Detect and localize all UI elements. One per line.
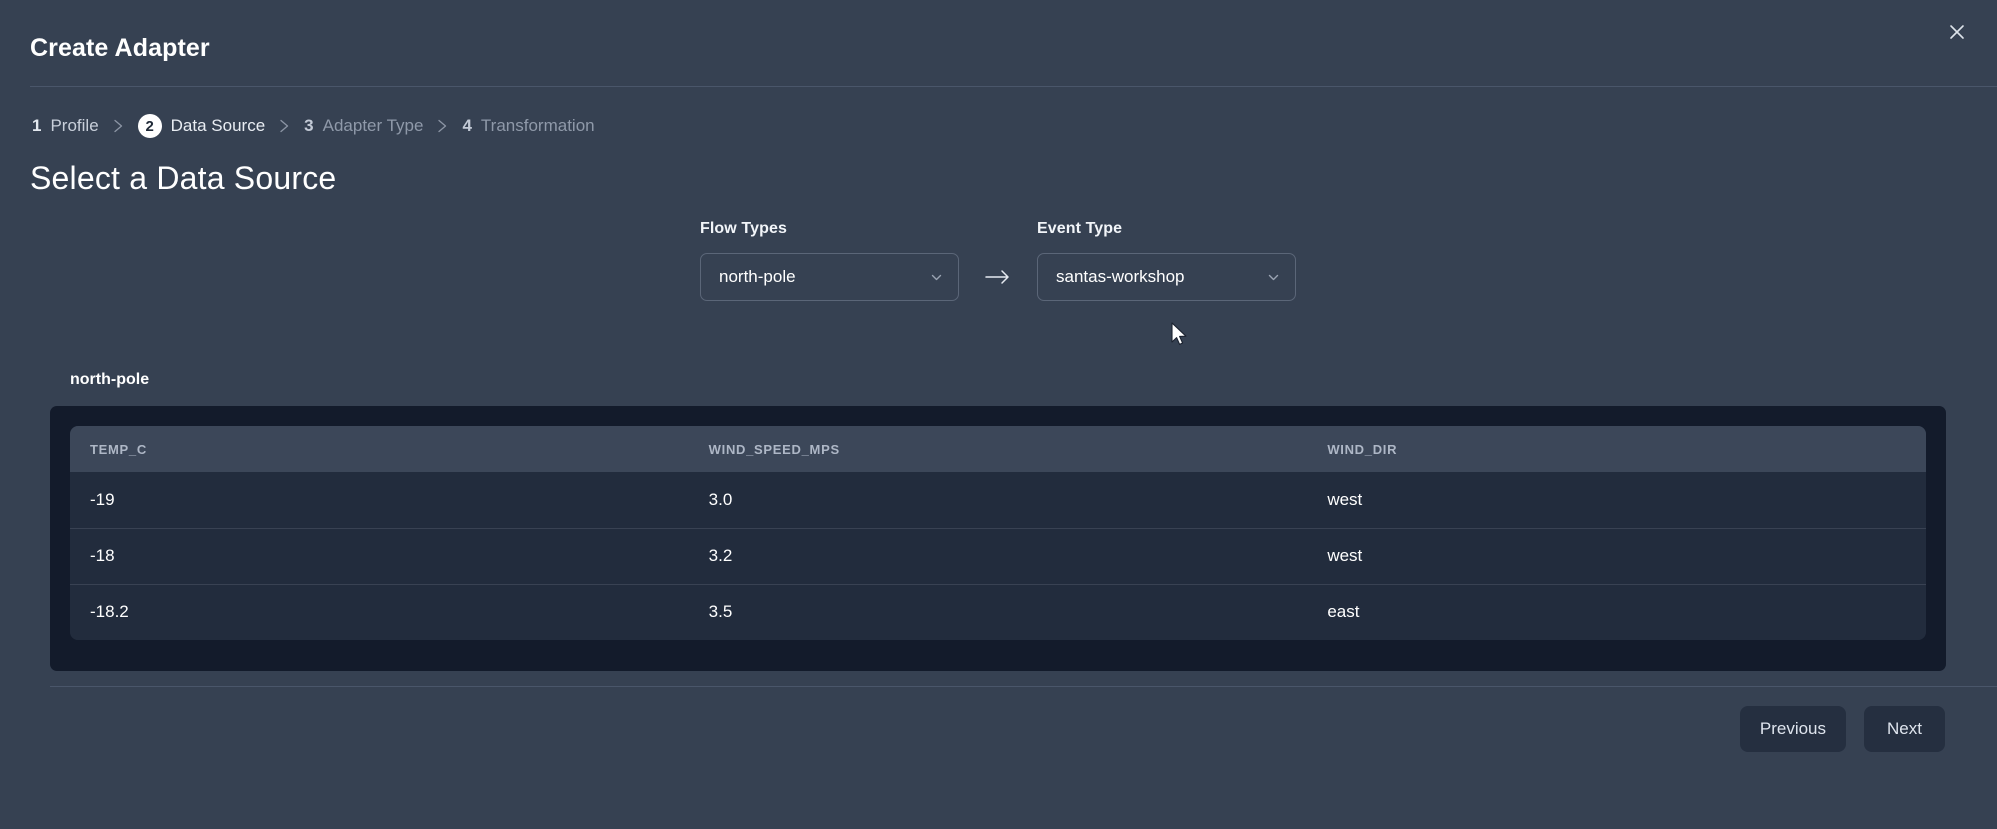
cell-wind-speed-mps: 3.5 bbox=[708, 602, 733, 622]
table-row[interactable]: -19 3.0 west bbox=[70, 472, 1926, 528]
previous-button[interactable]: Previous bbox=[1739, 706, 1846, 752]
step-profile-label: Profile bbox=[50, 116, 99, 135]
footer-divider bbox=[50, 686, 1997, 687]
breadcrumb-stepper: 1 Profile 2 Data Source 3 Adapter Type 4… bbox=[32, 114, 595, 138]
cell-temp-c: -19 bbox=[90, 489, 115, 509]
chevron-right-icon bbox=[437, 119, 448, 133]
page-title: Create Adapter bbox=[30, 34, 210, 62]
step-profile-number: 1 bbox=[32, 116, 42, 135]
flow-types-label: Flow Types bbox=[700, 220, 787, 237]
event-type-select[interactable]: santas-workshop bbox=[1037, 253, 1296, 301]
step-transformation[interactable]: 4 Transformation bbox=[462, 116, 594, 136]
step-adapter-type[interactable]: 3 Adapter Type bbox=[304, 116, 423, 136]
step-adapter-type-number: 3 bbox=[304, 116, 314, 135]
table-head: TEMP_C WIND_SPEED_MPS WIND_DIR bbox=[70, 426, 1926, 472]
cell-wind-dir: west bbox=[1327, 546, 1363, 565]
preview-table-container: TEMP_C WIND_SPEED_MPS WIND_DIR -19 3.0 w… bbox=[50, 406, 1946, 671]
close-icon bbox=[1948, 23, 1966, 41]
preview-table: TEMP_C WIND_SPEED_MPS WIND_DIR -19 3.0 w… bbox=[70, 426, 1926, 640]
modal-header: Create Adapter bbox=[0, 0, 1997, 87]
step-adapter-type-label: Adapter Type bbox=[322, 116, 424, 135]
section-heading: Select a Data Source bbox=[30, 160, 337, 196]
chevron-down-icon bbox=[929, 270, 944, 285]
chevron-right-icon bbox=[113, 119, 124, 133]
step-profile[interactable]: 1 Profile bbox=[32, 116, 99, 136]
preview-table-label: north-pole bbox=[70, 371, 150, 388]
cell-temp-c: -18.2 bbox=[90, 602, 129, 622]
step-data-source-label: Data Source bbox=[170, 116, 266, 135]
data-source-selector-row: Flow Types north-pole Event Type santas-… bbox=[700, 220, 1296, 301]
step-transformation-label: Transformation bbox=[480, 116, 595, 135]
column-header-wind-dir[interactable]: WIND_DIR bbox=[1307, 426, 1926, 472]
flow-types-value: north-pole bbox=[719, 267, 796, 286]
event-type-group: Event Type santas-workshop bbox=[1037, 220, 1296, 301]
event-type-label: Event Type bbox=[1037, 220, 1123, 237]
step-data-source[interactable]: 2 Data Source bbox=[137, 114, 266, 138]
footer-actions: Previous Next bbox=[1739, 706, 1945, 752]
table-header-row: TEMP_C WIND_SPEED_MPS WIND_DIR bbox=[70, 426, 1926, 472]
event-type-value: santas-workshop bbox=[1056, 267, 1185, 286]
column-header-wind-speed-mps[interactable]: WIND_SPEED_MPS bbox=[689, 426, 1308, 472]
column-header-temp-c[interactable]: TEMP_C bbox=[70, 426, 689, 472]
table-row[interactable]: -18.2 3.5 east bbox=[70, 584, 1926, 640]
close-button[interactable] bbox=[1937, 12, 1977, 52]
step-data-source-number: 2 bbox=[137, 114, 162, 138]
flow-types-group: Flow Types north-pole bbox=[700, 220, 959, 301]
next-button[interactable]: Next bbox=[1864, 706, 1945, 752]
table-body: -19 3.0 west -18 3.2 west -18.2 3.5 east bbox=[70, 472, 1926, 640]
header-divider bbox=[30, 86, 1997, 87]
cell-wind-dir: east bbox=[1327, 602, 1360, 622]
mouse-cursor bbox=[1170, 322, 1190, 348]
arrow-right-icon bbox=[959, 253, 1037, 301]
cell-wind-speed-mps: 3.2 bbox=[708, 546, 733, 565]
chevron-right-icon bbox=[279, 119, 290, 133]
flow-types-select[interactable]: north-pole bbox=[700, 253, 959, 301]
cell-wind-dir: west bbox=[1327, 489, 1363, 509]
cell-temp-c: -18 bbox=[90, 546, 115, 565]
cell-wind-speed-mps: 3.0 bbox=[708, 489, 733, 509]
table-row[interactable]: -18 3.2 west bbox=[70, 528, 1926, 584]
step-transformation-number: 4 bbox=[462, 116, 472, 135]
preview-table-inner: TEMP_C WIND_SPEED_MPS WIND_DIR -19 3.0 w… bbox=[70, 426, 1926, 640]
chevron-down-icon bbox=[1266, 270, 1281, 285]
